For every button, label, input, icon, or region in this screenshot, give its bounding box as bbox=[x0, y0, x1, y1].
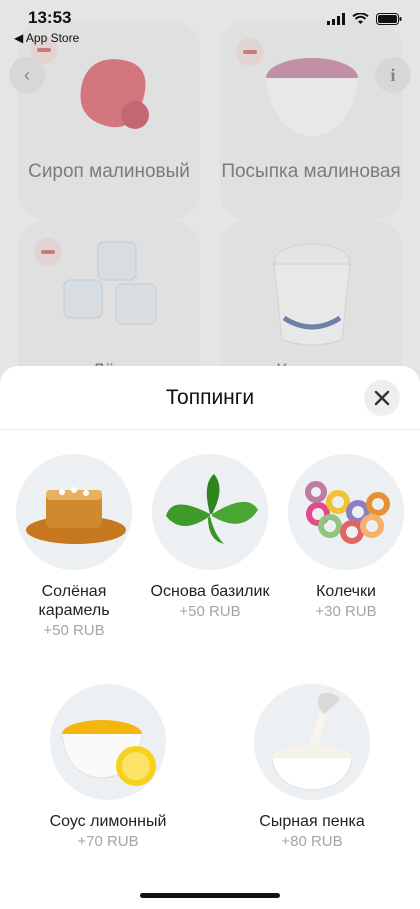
basil-icon bbox=[152, 454, 268, 570]
status-time: 13:53 bbox=[28, 8, 72, 27]
lemon-sauce-icon bbox=[50, 684, 166, 800]
topping-item[interactable]: Соус лимонный +70 RUB bbox=[38, 684, 178, 850]
status-bar: 13:53 ◀ App Store bbox=[0, 0, 420, 48]
close-icon bbox=[374, 390, 390, 406]
topping-item[interactable]: Колечки +30 RUB bbox=[276, 454, 416, 620]
topping-price: +70 RUB bbox=[77, 833, 139, 850]
home-indicator[interactable] bbox=[140, 893, 280, 898]
topping-name: Колечки bbox=[316, 583, 376, 600]
topping-price: +50 RUB bbox=[43, 622, 105, 639]
topping-price: +50 RUB bbox=[179, 603, 241, 620]
battery-icon bbox=[376, 13, 402, 25]
topping-name: Соус лимонный bbox=[49, 813, 167, 830]
topping-item[interactable]: Сырная пенка +80 RUB bbox=[242, 684, 382, 850]
cheese-foam-icon bbox=[254, 684, 370, 800]
topping-item[interactable]: Солёная карамель +50 RUB bbox=[4, 454, 144, 639]
toppings-sheet: Топпинги Солёная карамель +50 RUB Основа… bbox=[0, 366, 420, 909]
topping-price: +80 RUB bbox=[281, 833, 343, 850]
topping-name: Сырная пенка bbox=[259, 813, 365, 830]
close-button[interactable] bbox=[364, 380, 400, 416]
caramel-icon bbox=[16, 454, 132, 570]
divider bbox=[0, 429, 420, 430]
cereal-rings-icon bbox=[288, 454, 404, 570]
topping-item[interactable]: Основа базилик +50 RUB bbox=[140, 454, 280, 620]
topping-name: Основа базилик bbox=[150, 583, 270, 600]
topping-price: +30 RUB bbox=[315, 603, 377, 620]
back-to-app-store[interactable]: ◀ App Store bbox=[14, 31, 79, 45]
sheet-title: Топпинги bbox=[165, 386, 255, 409]
signal-icon bbox=[327, 13, 345, 25]
topping-name: Солёная карамель bbox=[38, 583, 110, 619]
wifi-icon bbox=[352, 13, 369, 24]
